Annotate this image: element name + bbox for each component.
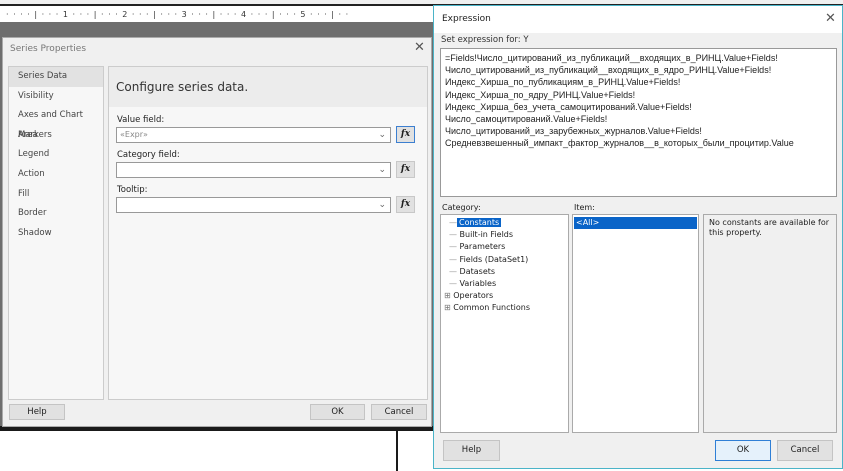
tree-item-label: Datasets xyxy=(459,266,496,276)
dialog-title: Expression xyxy=(434,6,842,33)
tree-item-parameters[interactable]: — Parameters xyxy=(449,241,568,253)
expression-line: Число_цитирований_из_публикаций__входящи… xyxy=(445,65,772,76)
tree-item-label: Operators xyxy=(453,291,494,301)
help-button[interactable]: Help xyxy=(9,404,65,420)
cancel-button[interactable]: Cancel xyxy=(777,440,833,461)
value-expression-button[interactable]: fx xyxy=(396,126,415,143)
value-field-text: «Expr» xyxy=(120,130,148,139)
value-field-label: Value field: xyxy=(117,115,165,125)
category-field-combo[interactable]: ⌄ xyxy=(116,162,391,178)
cancel-button[interactable]: Cancel xyxy=(371,404,427,420)
tree-item-label: Parameters xyxy=(459,242,506,252)
chevron-down-icon: ⌄ xyxy=(378,200,386,210)
nav-border[interactable]: Border xyxy=(9,204,103,224)
item-list: <All> xyxy=(572,214,699,433)
set-expression-label: Set expression for: Y xyxy=(441,35,529,45)
chevron-down-icon: ⌄ xyxy=(378,165,386,175)
category-field-label: Category field: xyxy=(117,150,180,160)
expand-icon[interactable]: ⊞ xyxy=(444,303,453,312)
tree-item-datasets[interactable]: — Datasets xyxy=(449,266,568,278)
nav-fill[interactable]: Fill xyxy=(9,185,103,205)
nav-legend[interactable]: Legend xyxy=(9,145,103,165)
dialog-title: Series Properties xyxy=(10,44,87,54)
expression-line: =Fields!Число_цитирований_из_публикаций_… xyxy=(445,53,778,63)
tree-item-builtin[interactable]: — Built-in Fields xyxy=(449,229,568,241)
tree-item-fields[interactable]: — Fields (DataSet1) xyxy=(449,254,568,266)
series-properties-dialog: Series Properties ✕ Series Data Visibili… xyxy=(2,37,432,427)
chevron-down-icon: ⌄ xyxy=(378,130,386,140)
close-icon[interactable]: ✕ xyxy=(414,40,425,55)
tree-item-label: Common Functions xyxy=(453,303,531,313)
nav-action[interactable]: Action xyxy=(9,165,103,185)
info-panel: No constants are available for this prop… xyxy=(703,214,837,433)
tree-item-common-functions[interactable]: ⊞ Common Functions xyxy=(444,302,568,314)
tree-item-label: Fields (DataSet1) xyxy=(459,254,529,264)
nav-markers[interactable]: Markers xyxy=(9,126,103,146)
nav-shadow[interactable]: Shadow xyxy=(9,224,103,244)
item-all[interactable]: <All> xyxy=(574,217,697,230)
tree-item-constants[interactable]: — Constants xyxy=(449,217,568,229)
expression-line: Средневзвешенный_импакт_фактор_журналов_… xyxy=(445,138,794,149)
category-label: Category: xyxy=(442,203,481,212)
expression-line: Число_самоцитирований.Value+Fields! xyxy=(445,113,608,124)
tree-item-operators[interactable]: ⊞ Operators xyxy=(444,290,568,302)
tree-item-label: Built-in Fields xyxy=(459,230,514,240)
connector-line xyxy=(396,426,398,471)
nav-list: Series Data Visibility Axes and Chart Ar… xyxy=(8,66,104,400)
close-icon[interactable]: ✕ xyxy=(825,11,836,26)
nav-series-data[interactable]: Series Data xyxy=(9,67,103,87)
expression-textarea[interactable]: =Fields!Число_цитирований_из_публикаций_… xyxy=(440,48,837,197)
ok-button[interactable]: OK xyxy=(715,440,771,461)
tooltip-combo[interactable]: ⌄ xyxy=(116,197,391,213)
expression-line: Индекс_Хирша_без_учета_самоцитирований.V… xyxy=(445,101,692,112)
ruler: · · · · | · · · 1 · · · | · · · 2 · · · … xyxy=(0,8,435,22)
tree-item-label: Constants xyxy=(457,218,502,227)
nav-visibility[interactable]: Visibility xyxy=(9,87,103,107)
category-expression-button[interactable]: fx xyxy=(396,161,415,178)
category-tree: — Constants — Built-in Fields — Parameter… xyxy=(440,214,569,433)
tree-item-label: Variables xyxy=(459,278,497,288)
help-button[interactable]: Help xyxy=(443,440,500,461)
item-label: Item: xyxy=(574,203,595,212)
value-field-combo[interactable]: «Expr» ⌄ xyxy=(116,127,391,143)
nav-axes[interactable]: Axes and Chart Area xyxy=(9,106,103,140)
expression-line: Индекс_Хирша_по_публикациям_в_РИНЦ.Value… xyxy=(445,77,681,88)
tree-item-variables[interactable]: — Variables xyxy=(449,278,568,290)
tooltip-expression-button[interactable]: fx xyxy=(396,196,415,213)
expand-icon[interactable]: ⊞ xyxy=(444,291,453,300)
panel-heading: Configure series data. xyxy=(109,67,427,107)
ok-button[interactable]: OK xyxy=(310,404,365,420)
expression-line: Индекс_Хирша_по_ядру_РИНЦ.Value+Fields! xyxy=(445,89,636,100)
expression-dialog: Expression ✕ Set expression for: Y =Fiel… xyxy=(433,5,843,469)
tooltip-label: Tooltip: xyxy=(117,185,148,195)
series-data-panel: Configure series data. Value field: «Exp… xyxy=(108,66,428,400)
expression-line: Число_цитирований_из_зарубежных_журналов… xyxy=(445,126,702,137)
